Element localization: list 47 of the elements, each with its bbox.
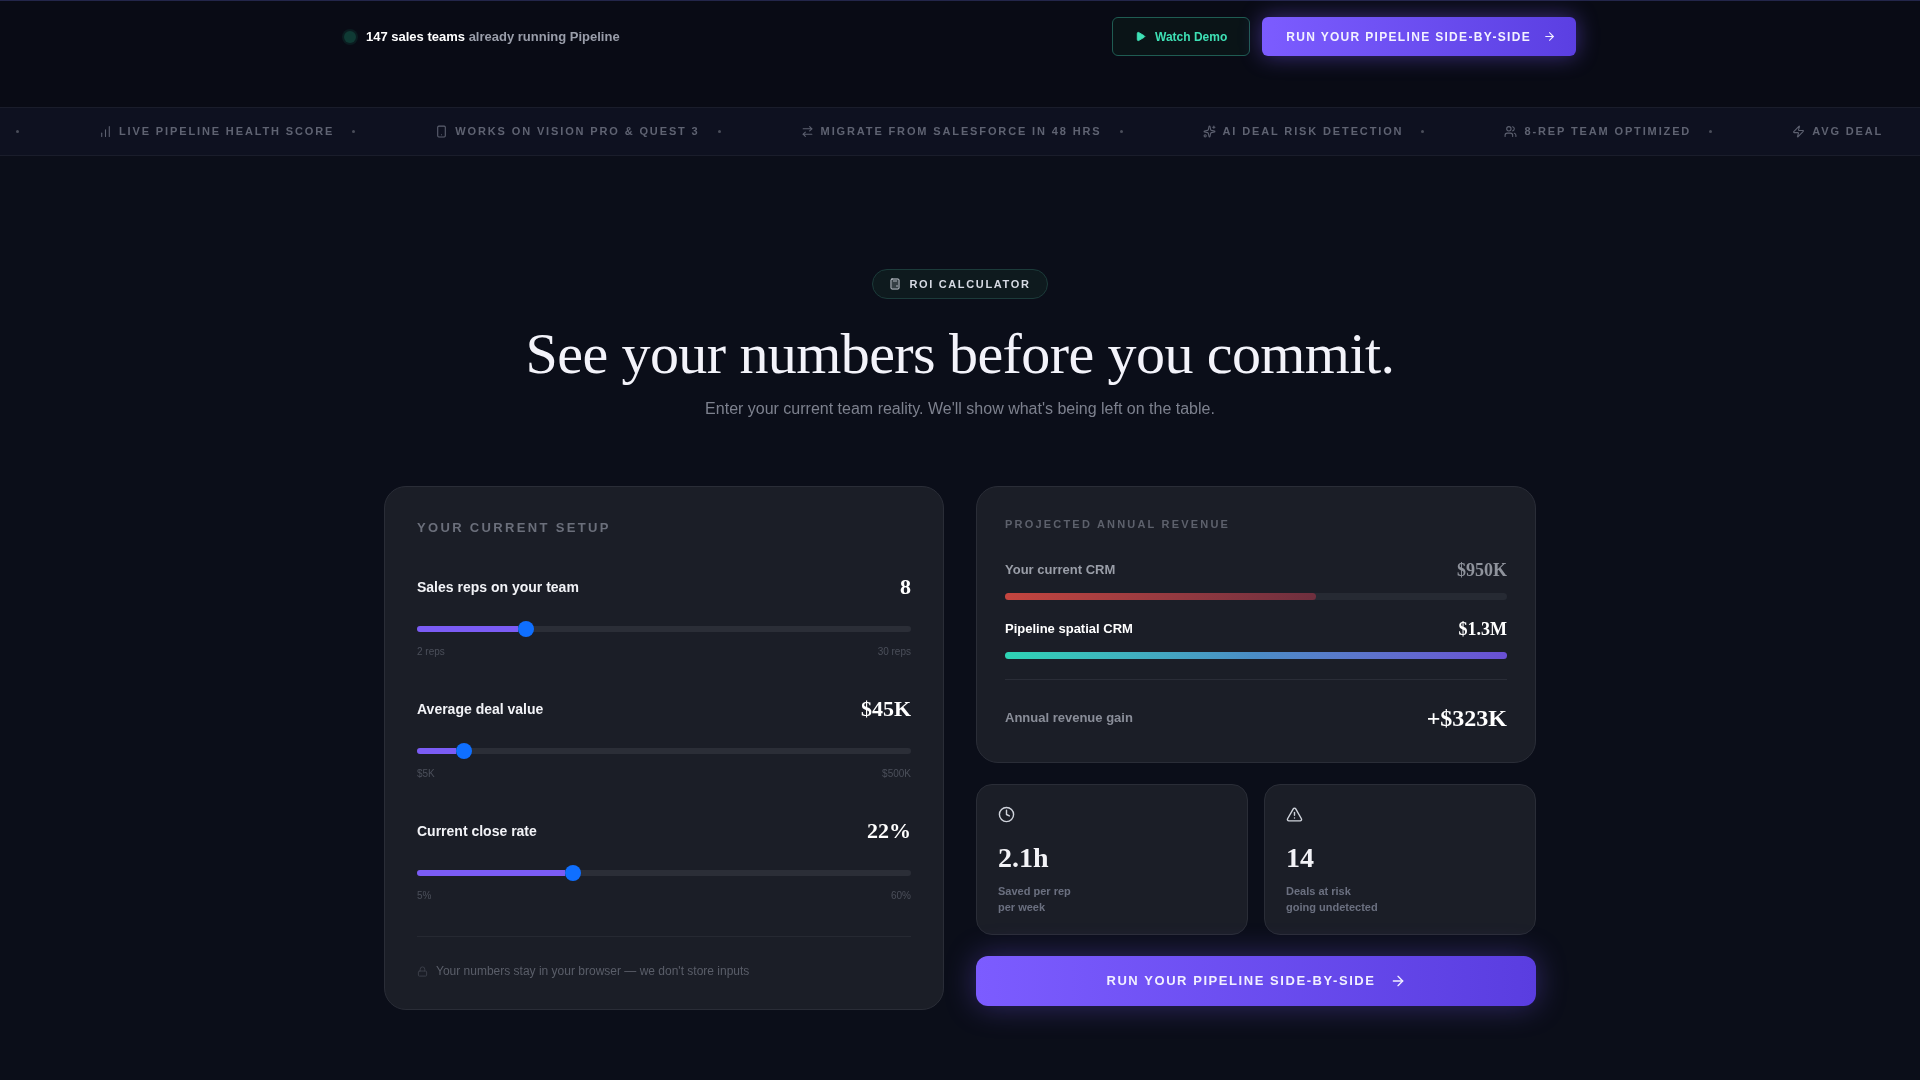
- revenue-title: PROJECTED ANNUAL REVENUE: [1005, 517, 1231, 532]
- bar-chart-icon: [99, 125, 112, 138]
- users-icon: [1504, 125, 1518, 138]
- ticker-label: 8-REP TEAM OPTIMIZED: [1524, 124, 1692, 140]
- page-subtitle: Enter your current team reality. We'll show what's being left on the table.: [705, 399, 1215, 419]
- social-proof-text: 147 sales teams already running Pipeline: [366, 27, 620, 46]
- ticker-label: AI DEAL RISK DETECTION: [1222, 124, 1404, 140]
- watch-demo-button[interactable]: Watch Demo: [1112, 17, 1251, 56]
- sparkles-icon: [1202, 125, 1216, 138]
- slider-value: $45K: [860, 695, 911, 723]
- slider-value: 22%: [867, 817, 911, 845]
- smartphone-icon: [435, 125, 449, 138]
- stat-value: 2.1h: [998, 841, 1049, 875]
- slider-thumb[interactable]: [517, 621, 534, 637]
- stat-caption: Saved per rep per week: [998, 884, 1071, 915]
- run-pipeline-button[interactable]: RUN YOUR PIPELINE SIDE-BY-SIDE: [976, 956, 1536, 1006]
- slider-label: Average deal value: [417, 699, 544, 719]
- run-pipeline-button[interactable]: RUN YOUR PIPELINE SIDE-BY-SIDE: [1262, 17, 1576, 56]
- arrow-right-icon: [1543, 30, 1556, 43]
- revenue-bar-label: Your current CRM: [1005, 561, 1116, 580]
- slider-value: 8: [900, 573, 911, 601]
- setup-title: YOUR CURRENT SETUP: [417, 520, 611, 536]
- clock-icon: [998, 806, 1015, 823]
- revenue-bar-value: $950K: [1457, 558, 1507, 582]
- warning-icon: [1286, 806, 1303, 823]
- slider-label: Current close rate: [417, 821, 537, 841]
- gain-label: Annual revenue gain: [1005, 709, 1133, 728]
- calculator-icon: [889, 278, 902, 290]
- slider-thumb[interactable]: [564, 865, 581, 881]
- lightning-icon: [1792, 125, 1806, 138]
- ticker-label: MIGRATE FROM SALESFORCE IN 48 HRS: [820, 124, 1102, 140]
- stat-caption: Deals at risk going undetected: [1286, 884, 1378, 915]
- ticker-label: WORKS ON VISION PRO & QUEST 3: [455, 124, 700, 140]
- slider-label: Sales reps on your team: [417, 577, 579, 597]
- stat-value: 14: [1286, 841, 1314, 875]
- page-title: See your numbers before you commit.: [525, 322, 1395, 386]
- swap-arrows-icon: [800, 125, 814, 138]
- revenue-bar-value: $1.3M: [1458, 617, 1507, 641]
- privacy-note: Your numbers stay in your browser — we don't store inputs: [436, 963, 750, 979]
- ticker-label: AVG DEAL: [1812, 124, 1884, 140]
- play-icon: [1135, 31, 1146, 42]
- lock-icon: [417, 965, 428, 977]
- revenue-bar-label: Pipeline spatial CRM: [1005, 620, 1133, 639]
- slider-thumb[interactable]: [455, 743, 472, 759]
- badge-label: ROI CALCULATOR: [909, 276, 1031, 292]
- gain-value: +$323K: [1426, 704, 1507, 733]
- ticker-label: LIVE PIPELINE HEALTH SCORE: [119, 124, 335, 140]
